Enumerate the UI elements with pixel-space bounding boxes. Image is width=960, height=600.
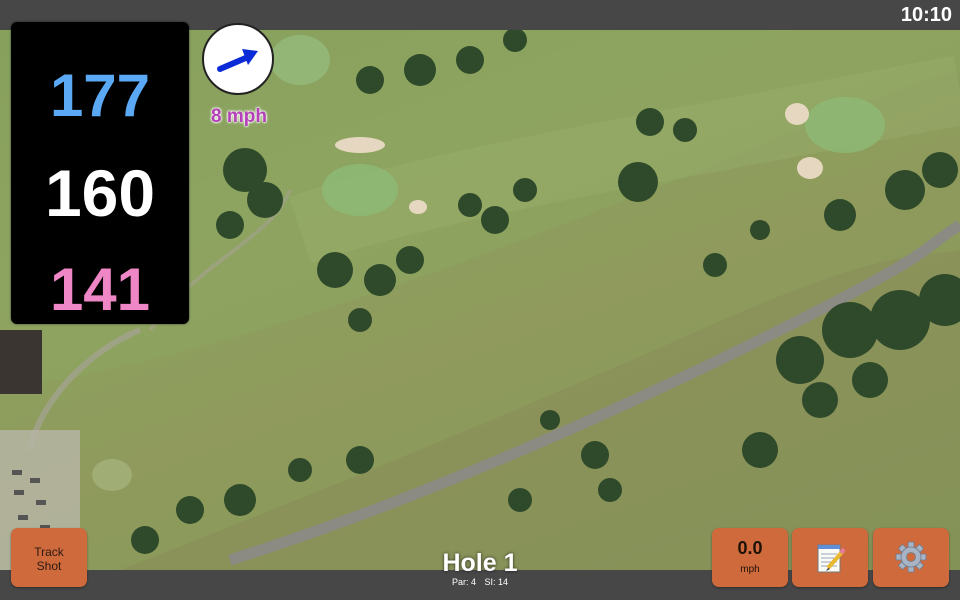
wind-speed: 8 mph — [211, 106, 267, 127]
gear-icon — [895, 541, 927, 573]
front-distance: 141 — [49, 256, 151, 323]
hole-stroke-index: SI: 14 — [484, 577, 509, 587]
track-shot-label-line1: Track — [34, 545, 64, 559]
track-shot-label-line2: Shot — [36, 559, 62, 573]
clock: 10:10 — [900, 4, 952, 26]
notepad-icon — [817, 544, 846, 573]
arrow-right-icon — [217, 49, 258, 72]
hole-meta: Par: 4 SI: 14 — [380, 577, 580, 587]
hole-par: Par: 4 — [451, 577, 476, 587]
notes-button[interactable] — [792, 528, 868, 587]
speed-value: 0.0 — [737, 538, 763, 558]
center-distance: 160 — [44, 156, 156, 230]
hole-title: Hole 1 — [442, 549, 518, 577]
wind-direction-dial — [202, 23, 274, 95]
golf-gps-screen: 10:10 177 160 141 8 mph Track Shot Hole … — [0, 0, 960, 600]
speed-button[interactable]: 0.0 mph — [712, 528, 788, 587]
back-distance: 177 — [49, 62, 151, 129]
distance-panel: 177 160 141 — [11, 22, 189, 324]
settings-button[interactable] — [873, 528, 949, 587]
speed-unit: mph — [740, 564, 760, 575]
track-shot-button[interactable]: Track Shot — [11, 528, 87, 587]
